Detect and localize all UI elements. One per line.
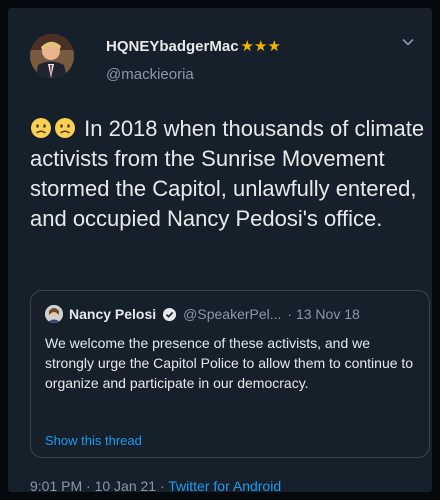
tweet-text: In 2018 when thousands of climate activi… — [30, 116, 425, 231]
timestamp[interactable]: 9:01 PM · 10 Jan 21 · — [30, 478, 165, 494]
chevron-down-icon[interactable] — [400, 34, 416, 50]
user-handle[interactable]: @mackieoria — [106, 66, 194, 83]
show-thread-link[interactable]: Show this thread — [45, 433, 142, 448]
avatar[interactable] — [30, 34, 74, 78]
quoted-tweet-header: Nancy Pelosi @SpeakerPel... · 13 Nov 18 — [45, 305, 360, 323]
quoted-display-name[interactable]: Nancy Pelosi — [69, 306, 156, 322]
screenshot-frame: HQNEYbadgerMac ★★★ @mackieoria In 2018 w… — [0, 0, 440, 500]
quoted-handle[interactable]: @SpeakerPel... — [183, 306, 281, 322]
quoted-date[interactable]: · 13 Nov 18 — [287, 306, 359, 322]
worried-face-icon — [55, 118, 75, 138]
display-name-row[interactable]: HQNEYbadgerMac ★★★ — [106, 38, 281, 55]
verified-badge-icon — [163, 307, 177, 321]
tweet-text-block: In 2018 when thousands of climate activi… — [30, 114, 425, 234]
worried-face-icon — [31, 118, 51, 138]
quoted-tweet[interactable]: Nancy Pelosi @SpeakerPel... · 13 Nov 18 … — [30, 290, 430, 458]
stars-badge: ★★★ — [240, 38, 281, 55]
source-app-link[interactable]: Twitter for Android — [168, 478, 281, 494]
quoted-text: We welcome the presence of these activis… — [45, 335, 414, 391]
quoted-avatar[interactable] — [45, 305, 63, 323]
display-name[interactable]: HQNEYbadgerMac — [106, 38, 239, 55]
tweet-card: HQNEYbadgerMac ★★★ @mackieoria In 2018 w… — [8, 8, 432, 494]
tweet-footer: 9:01 PM · 10 Jan 21 · Twitter for Androi… — [30, 478, 281, 494]
